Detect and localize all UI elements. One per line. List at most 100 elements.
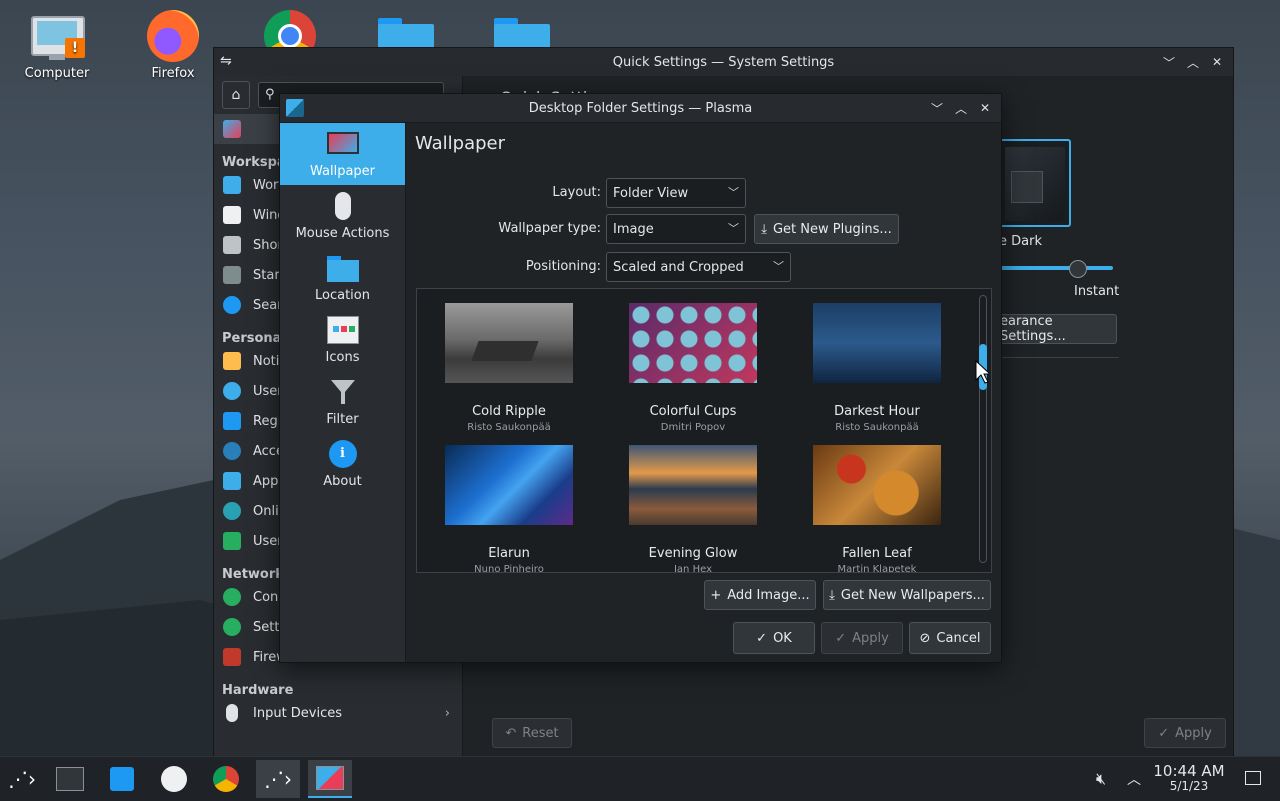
regional-icon — [223, 412, 241, 430]
taskbar-system-settings[interactable] — [48, 760, 92, 798]
wallpaper-name: Darkest Hour — [834, 404, 920, 419]
tab-location[interactable]: Location — [280, 247, 405, 309]
wallpaper-type-select[interactable]: Image ﹀ — [606, 214, 746, 244]
taskbar-kde-connect[interactable]: ⋰› — [256, 760, 300, 798]
layout-select[interactable]: Folder View ﹀ — [606, 178, 746, 208]
reset-button[interactable]: ↶ Reset — [492, 718, 572, 748]
get-new-plugins-button[interactable]: ⤓ Get New Plugins... — [754, 214, 899, 244]
menu-icon[interactable]: ⇋ — [220, 53, 232, 69]
tab-label: Wallpaper — [309, 164, 376, 179]
wallpaper-tile-darkest-hour[interactable]: Darkest Hour Risto Saukonpää — [785, 289, 969, 433]
close-button[interactable]: ✕ — [1207, 52, 1227, 72]
taskbar-chrome[interactable] — [204, 760, 248, 798]
taskbar-app-coral[interactable] — [152, 760, 196, 798]
maximize-button[interactable]: ︿ — [951, 98, 971, 118]
shopping-bag-icon — [110, 767, 134, 791]
ok-button[interactable]: ✓ OK — [733, 622, 815, 654]
mouse-cursor — [975, 360, 989, 384]
chevron-down-icon: ﹀ — [728, 186, 739, 199]
tab-filter[interactable]: Filter — [280, 371, 405, 433]
button-label: Reset — [522, 725, 559, 741]
chevron-down-icon: ﹀ — [773, 260, 784, 273]
system-settings-titlebar[interactable]: ⇋ Quick Settings — System Settings ﹀ ︿ ✕ — [214, 48, 1233, 76]
divider — [999, 357, 1119, 358]
desktop-folder-settings-dialog: Desktop Folder Settings — Plasma ﹀ ︿ ✕ W… — [279, 93, 1002, 663]
sidebar-item-label: Appl — [253, 473, 283, 489]
tab-label: Location — [315, 288, 370, 303]
select-value: Folder View — [613, 185, 689, 201]
positioning-label: Positioning: — [525, 259, 601, 274]
layout-label: Layout: — [552, 185, 601, 200]
button-label: earance Settings... — [1000, 314, 1066, 344]
settings-icon — [56, 767, 84, 791]
chevron-down-icon: ﹀ — [728, 222, 739, 235]
wallpaper-author: Martin Klapetek — [837, 564, 917, 573]
cancel-icon: ⊘ — [919, 630, 931, 646]
show-desktop-icon[interactable] — [1245, 771, 1261, 785]
chevron-right-icon: › — [444, 705, 450, 721]
button-label: OK — [773, 630, 792, 646]
quick-settings-icon — [223, 120, 241, 138]
wallpaper-icon — [326, 128, 359, 160]
get-new-wallpapers-button[interactable]: ⤓ Get New Wallpapers... — [823, 580, 991, 610]
theme-label: e Dark — [999, 234, 1042, 249]
clock-date: 5/1/23 — [1169, 779, 1209, 793]
tab-wallpaper[interactable]: Wallpaper — [280, 123, 405, 185]
sidebar-item-label: Input Devices — [253, 705, 343, 721]
tab-mouse-actions[interactable]: Mouse Actions — [280, 185, 405, 247]
wallpaper-tile-evening-glow[interactable]: Evening Glow Ian Hex — [601, 431, 785, 572]
wallpaper-tile-elarun[interactable]: Elarun Nuno Pinheiro — [417, 431, 601, 572]
plasma-settings-icon — [316, 766, 344, 790]
window-icon — [223, 206, 241, 224]
add-image-button[interactable]: + Add Image... — [704, 580, 816, 610]
desktop-icon-label: Firefox — [151, 66, 195, 81]
taskbar-plasma-settings[interactable] — [308, 760, 352, 798]
wallpaper-name: Cold Ripple — [472, 404, 546, 419]
check-icon: ✓ — [756, 630, 768, 646]
minimize-button[interactable]: ﹀ — [1159, 52, 1179, 72]
wallpaper-name: Elarun — [488, 546, 530, 561]
apply-button[interactable]: ✓ Apply — [1144, 718, 1226, 748]
appearance-settings-button[interactable]: earance Settings... — [999, 314, 1117, 344]
desktop-icon-firefox[interactable]: Firefox — [125, 0, 221, 81]
slider-label-instant: Instant — [1074, 284, 1120, 299]
desktop-icon-computer[interactable]: ! Computer — [9, 0, 105, 81]
cancel-button[interactable]: ⊘ Cancel — [909, 622, 991, 654]
muted-speaker-icon[interactable]: 🔇︎ — [1096, 769, 1106, 789]
select-value: Image — [613, 221, 654, 237]
minimize-button[interactable]: ﹀ — [927, 98, 947, 118]
sidebar-item-input-devices[interactable]: Input Devices › — [214, 698, 462, 728]
tab-about[interactable]: i About — [280, 433, 405, 495]
keyboard-icon — [223, 236, 241, 254]
app-launcher-button[interactable]: ⋰› — [0, 760, 44, 798]
apply-button[interactable]: ✓ Apply — [821, 622, 903, 654]
wallpaper-scrollbar[interactable] — [979, 295, 987, 563]
wallpaper-tile-colorful-cups[interactable]: Colorful Cups Dmitri Popov — [601, 289, 785, 433]
wallpaper-thumbnail — [445, 303, 573, 383]
icons-view-icon — [326, 314, 359, 346]
filter-icon — [327, 376, 359, 408]
wallpaper-grid: Cold Ripple Risto Saukonpää Colorful Cup… — [416, 288, 992, 573]
dialog-content: Wallpaper Layout: Folder View ﹀ Wallpaper… — [406, 123, 1001, 662]
home-icon[interactable]: ⌂ — [222, 81, 250, 109]
launcher-icon: ⋰› — [8, 767, 36, 791]
maximize-button[interactable]: ︿ — [1183, 52, 1203, 72]
wallpaper-tile-fallen-leaf[interactable]: Fallen Leaf Martin Klapetek — [785, 431, 969, 573]
wallpaper-name: Fallen Leaf — [842, 546, 912, 561]
close-button[interactable]: ✕ — [975, 98, 995, 118]
plasma-app-icon — [286, 99, 304, 117]
chevron-up-icon[interactable]: ︿ — [1127, 769, 1141, 789]
wallpaper-tile-cold-ripple[interactable]: Cold Ripple Risto Saukonpää — [417, 289, 601, 433]
theme-preview-breeze-dark[interactable] — [999, 139, 1071, 227]
chrome-icon — [213, 766, 239, 792]
window-title: Quick Settings — System Settings — [612, 54, 835, 70]
dialog-titlebar[interactable]: Desktop Folder Settings — Plasma ﹀ ︿ ✕ — [280, 94, 1001, 123]
positioning-select[interactable]: Scaled and Cropped ﹀ — [606, 252, 791, 282]
wallpaper-name: Colorful Cups — [649, 404, 737, 419]
animation-speed-slider[interactable] — [999, 260, 1113, 278]
clock[interactable]: 10:44 AM 5/1/23 — [1150, 763, 1228, 793]
tab-icons[interactable]: Icons — [280, 309, 405, 371]
button-label: Add Image... — [727, 587, 810, 603]
taskbar-discover[interactable] — [100, 760, 144, 798]
tab-label: About — [323, 474, 362, 489]
